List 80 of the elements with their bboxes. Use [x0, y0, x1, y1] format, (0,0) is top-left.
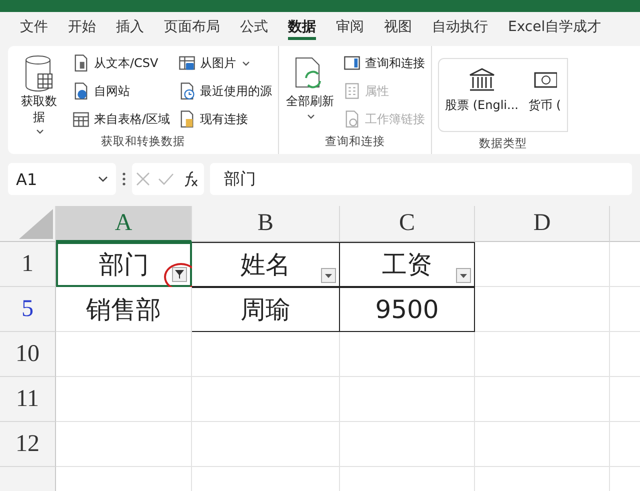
cell-text: 工资 [382, 249, 432, 281]
ribbon-tab[interactable]: 数据 [278, 12, 326, 42]
ribbon-tab[interactable]: Excel自学成才 [498, 12, 612, 42]
check-icon[interactable] [158, 173, 174, 185]
cell[interactable] [475, 332, 610, 377]
cell[interactable] [340, 377, 475, 422]
cell[interactable] [475, 242, 610, 287]
column-header[interactable]: A [56, 206, 192, 242]
cell[interactable] [192, 377, 340, 422]
ribbon-tab[interactable]: 审阅 [326, 12, 374, 42]
ribbon-button[interactable]: 从图片 [178, 52, 272, 74]
filter-button[interactable] [172, 267, 187, 282]
document-globe-icon [72, 82, 90, 100]
ribbon-tab[interactable]: 插入 [106, 12, 154, 42]
database-table-icon [24, 54, 54, 94]
ribbon-tab[interactable]: 自动执行 [422, 12, 498, 42]
cell[interactable] [475, 287, 610, 332]
column-header[interactable]: C [340, 206, 475, 242]
picture-table-icon [178, 54, 196, 72]
group-label: 查询和连接 [324, 134, 386, 150]
ribbon-button[interactable]: 现有连接 [178, 108, 272, 130]
cell[interactable]: 销售部 [56, 287, 192, 332]
cell[interactable] [192, 422, 340, 467]
ribbon-tab[interactable]: 文件 [10, 12, 58, 42]
cancel-icon[interactable] [136, 172, 150, 186]
cell-text: 周瑜 [240, 294, 290, 326]
cell[interactable] [475, 377, 610, 422]
cell[interactable]: 9500 [340, 287, 475, 332]
header-cell[interactable]: 姓名 [192, 242, 340, 287]
name-box[interactable]: A1 [8, 163, 116, 195]
header-cell[interactable]: 部门 [56, 242, 192, 287]
dropdown-button[interactable] [321, 268, 336, 283]
header-cell[interactable]: 工资 [340, 242, 475, 287]
cell[interactable] [56, 377, 192, 422]
group-label: 获取和转换数据 [100, 134, 186, 150]
column-header[interactable]: D [475, 206, 610, 242]
pane-icon [343, 54, 362, 72]
row-header[interactable]: 5 [0, 287, 56, 332]
ribbon-button[interactable]: 来自表格/区域 [72, 108, 170, 130]
cell-text: 销售部 [86, 294, 161, 326]
cell[interactable] [475, 422, 610, 467]
function-icon[interactable] [182, 170, 200, 188]
row-header[interactable]: 1 [0, 242, 56, 287]
cell[interactable]: 周瑜 [192, 287, 340, 332]
cell[interactable] [340, 332, 475, 377]
chevron-down-icon [98, 176, 108, 182]
dropdown-button[interactable] [456, 268, 471, 283]
caret-icon [325, 274, 332, 278]
cell[interactable] [192, 332, 340, 377]
funnel-icon [175, 270, 184, 279]
column-header[interactable]: B [192, 206, 340, 242]
ribbon-tab[interactable]: 页面布局 [154, 12, 230, 42]
ribbon-button[interactable]: 最近使用的源 [178, 80, 272, 102]
row-header[interactable]: 10 [0, 332, 56, 377]
ribbon-tab[interactable]: 公式 [230, 12, 278, 42]
more-options-icon[interactable] [122, 172, 126, 186]
ribbon-large-button[interactable]: 获取数据 [14, 50, 64, 134]
cell[interactable] [340, 422, 475, 467]
row-header[interactable]: 11 [0, 377, 56, 422]
ribbon-button[interactable]: 自网站 [72, 80, 170, 102]
group-label: 数据类型 [478, 136, 528, 152]
ribbon-button[interactable]: 从文本/CSV [72, 52, 170, 74]
ribbon-tab[interactable]: 视图 [374, 12, 422, 42]
cell-text: 姓名 [240, 249, 290, 281]
table-icon [72, 110, 90, 128]
row-header[interactable]: 12 [0, 422, 56, 467]
ribbon-button[interactable]: 查询和连接 [343, 52, 426, 74]
cell[interactable] [56, 332, 192, 377]
document-icon [72, 54, 90, 72]
properties-icon [343, 82, 362, 100]
data-type-button[interactable]: 货币 ( [528, 67, 561, 123]
cell-text: 9500 [375, 295, 439, 324]
ribbon-large-button[interactable]: 全部刷新 [285, 50, 336, 134]
document-clock-icon [178, 82, 196, 100]
ribbon-tab[interactable]: 开始 [58, 12, 106, 42]
formula-input[interactable]: 部门 [210, 163, 632, 195]
cell-text: 部门 [99, 249, 149, 281]
data-type-button[interactable]: 股票 (Engli... [445, 67, 518, 123]
caret-icon [460, 274, 467, 278]
cell[interactable] [56, 422, 192, 467]
